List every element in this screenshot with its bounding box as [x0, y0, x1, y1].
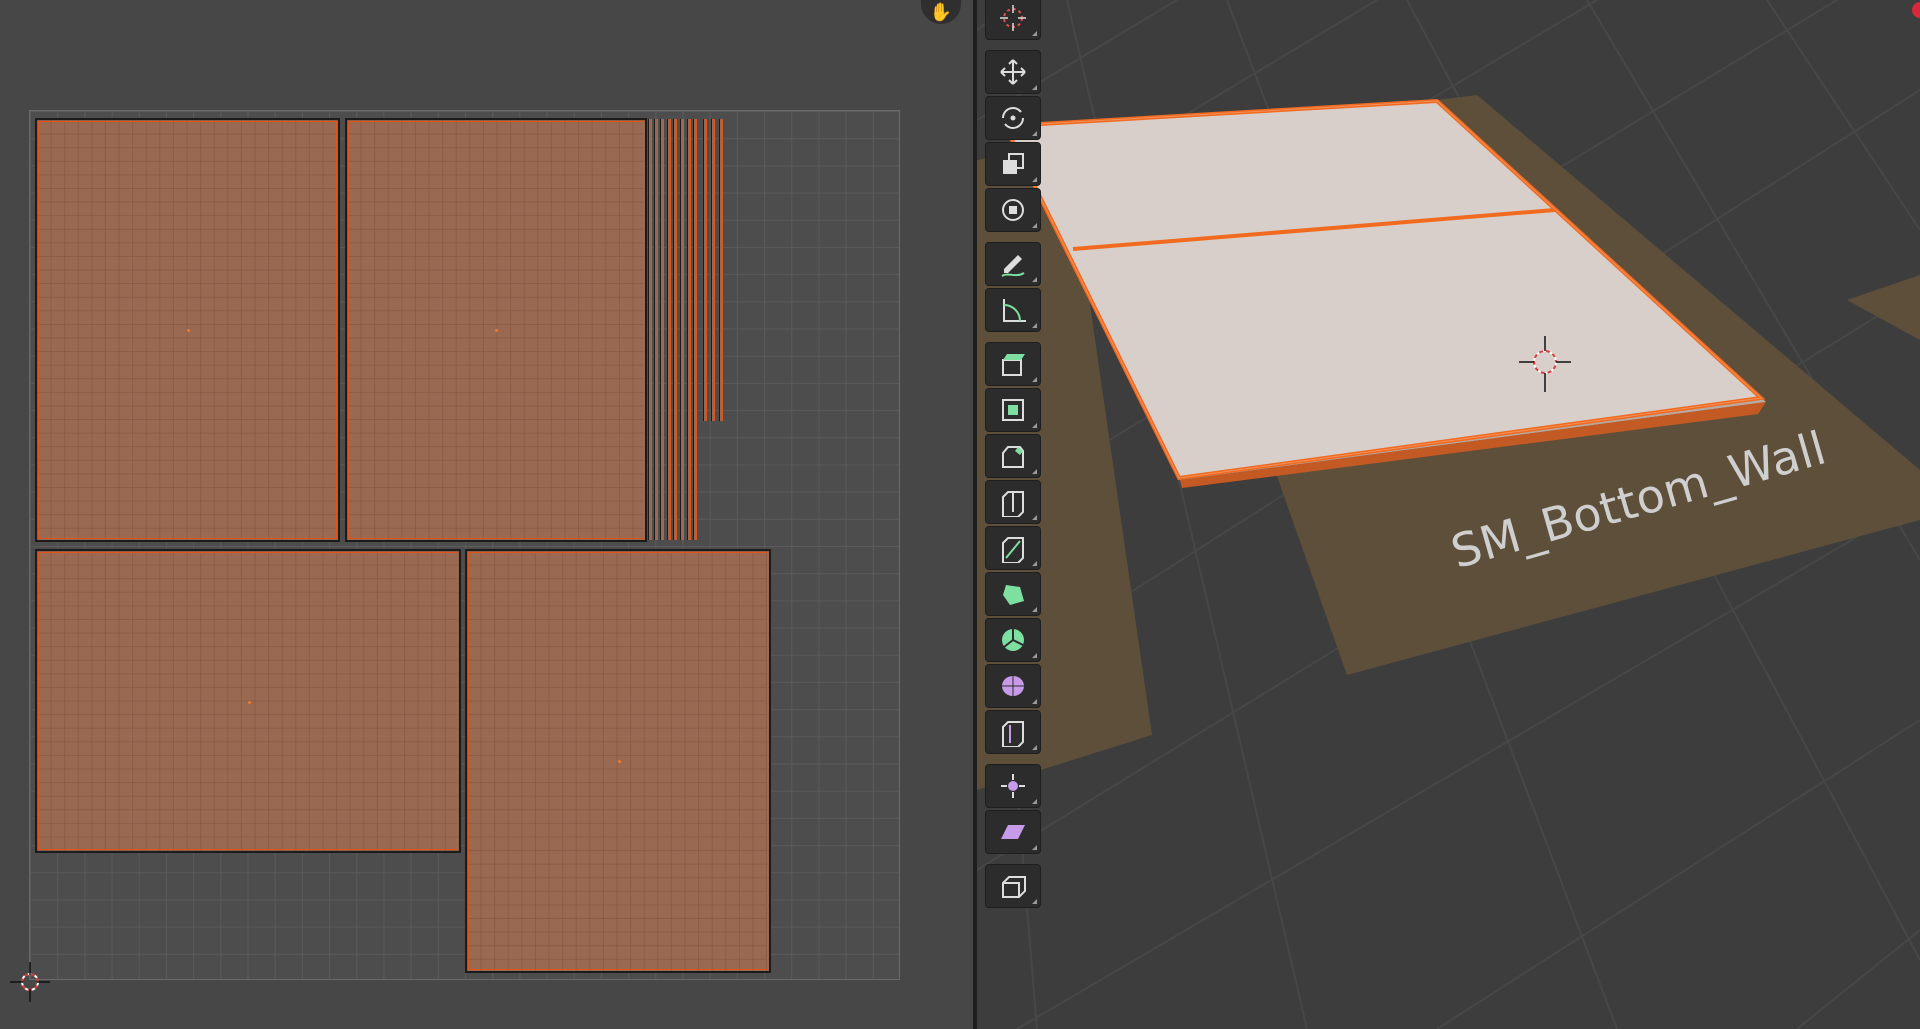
measure-icon	[1003, 299, 1026, 322]
measure-tool[interactable]	[985, 288, 1041, 332]
rotate-tool[interactable]	[985, 96, 1041, 140]
knife-tool[interactable]	[985, 526, 1041, 570]
transform-icon	[1002, 199, 1024, 221]
edge-slide-tool[interactable]	[985, 710, 1041, 754]
inset-tool[interactable]	[985, 388, 1041, 432]
scale-icon	[1003, 153, 1024, 174]
bevel-tool[interactable]	[985, 434, 1041, 478]
shrink-fatten-icon	[1001, 774, 1025, 798]
uv-island-strip[interactable]	[703, 119, 707, 421]
cursor-icon	[1000, 5, 1026, 31]
inset-faces-icon	[1002, 399, 1024, 421]
poly-build-tool[interactable]	[985, 572, 1041, 616]
uv-island-strip[interactable]	[673, 119, 677, 540]
shear-tool[interactable]	[985, 810, 1041, 854]
rotate-icon	[1002, 107, 1024, 129]
rip-region-icon	[1002, 876, 1026, 898]
smooth-vertices-icon	[1002, 676, 1024, 696]
extrude-tool[interactable]	[985, 342, 1041, 386]
hand-pan-icon[interactable]: ✋	[921, 0, 961, 24]
shear-icon	[1001, 825, 1025, 839]
uv-island[interactable]	[345, 118, 647, 542]
bevel-icon	[1002, 446, 1024, 468]
2d-cursor-icon[interactable]	[10, 962, 50, 1002]
uv-island-strip[interactable]	[654, 119, 658, 540]
uv-island-strip[interactable]	[648, 119, 652, 540]
uv-island-strip[interactable]	[693, 119, 697, 540]
extrude-region-icon	[1002, 354, 1025, 376]
uv-island-strip[interactable]	[719, 119, 723, 421]
spin-icon	[1002, 629, 1024, 651]
spin-tool[interactable]	[985, 618, 1041, 662]
loop-cut-tool[interactable]	[985, 480, 1041, 524]
uv-island[interactable]	[35, 118, 340, 542]
uv-editor[interactable]: ✋	[0, 0, 973, 1029]
uv-island-strip[interactable]	[687, 119, 691, 540]
smooth-tool[interactable]	[985, 664, 1041, 708]
uv-island-strip[interactable]	[711, 119, 715, 421]
edge-slide-icon	[1002, 721, 1024, 747]
poly-build-icon	[1003, 585, 1024, 605]
annotate-icon	[1001, 255, 1025, 277]
cursor-tool[interactable]	[985, 0, 1041, 40]
rip-region-tool[interactable]	[985, 864, 1041, 908]
transform-tool[interactable]	[985, 188, 1041, 232]
scale-tool[interactable]	[985, 142, 1041, 186]
shrink-fatten-tool[interactable]	[985, 764, 1041, 808]
uv-island[interactable]	[35, 549, 461, 853]
3d-viewport[interactable]	[977, 0, 1920, 1029]
uv-island[interactable]	[465, 549, 771, 973]
uv-island-strip[interactable]	[660, 119, 664, 540]
loop-cut-icon	[1002, 491, 1024, 517]
viewport-scene	[977, 0, 1920, 1029]
uv-island-strip[interactable]	[680, 119, 684, 540]
knife-icon	[1002, 537, 1024, 563]
uv-island-strip[interactable]	[667, 119, 671, 540]
move-tool[interactable]	[985, 50, 1041, 94]
annotate-tool[interactable]	[985, 242, 1041, 286]
move-icon	[1000, 59, 1026, 85]
